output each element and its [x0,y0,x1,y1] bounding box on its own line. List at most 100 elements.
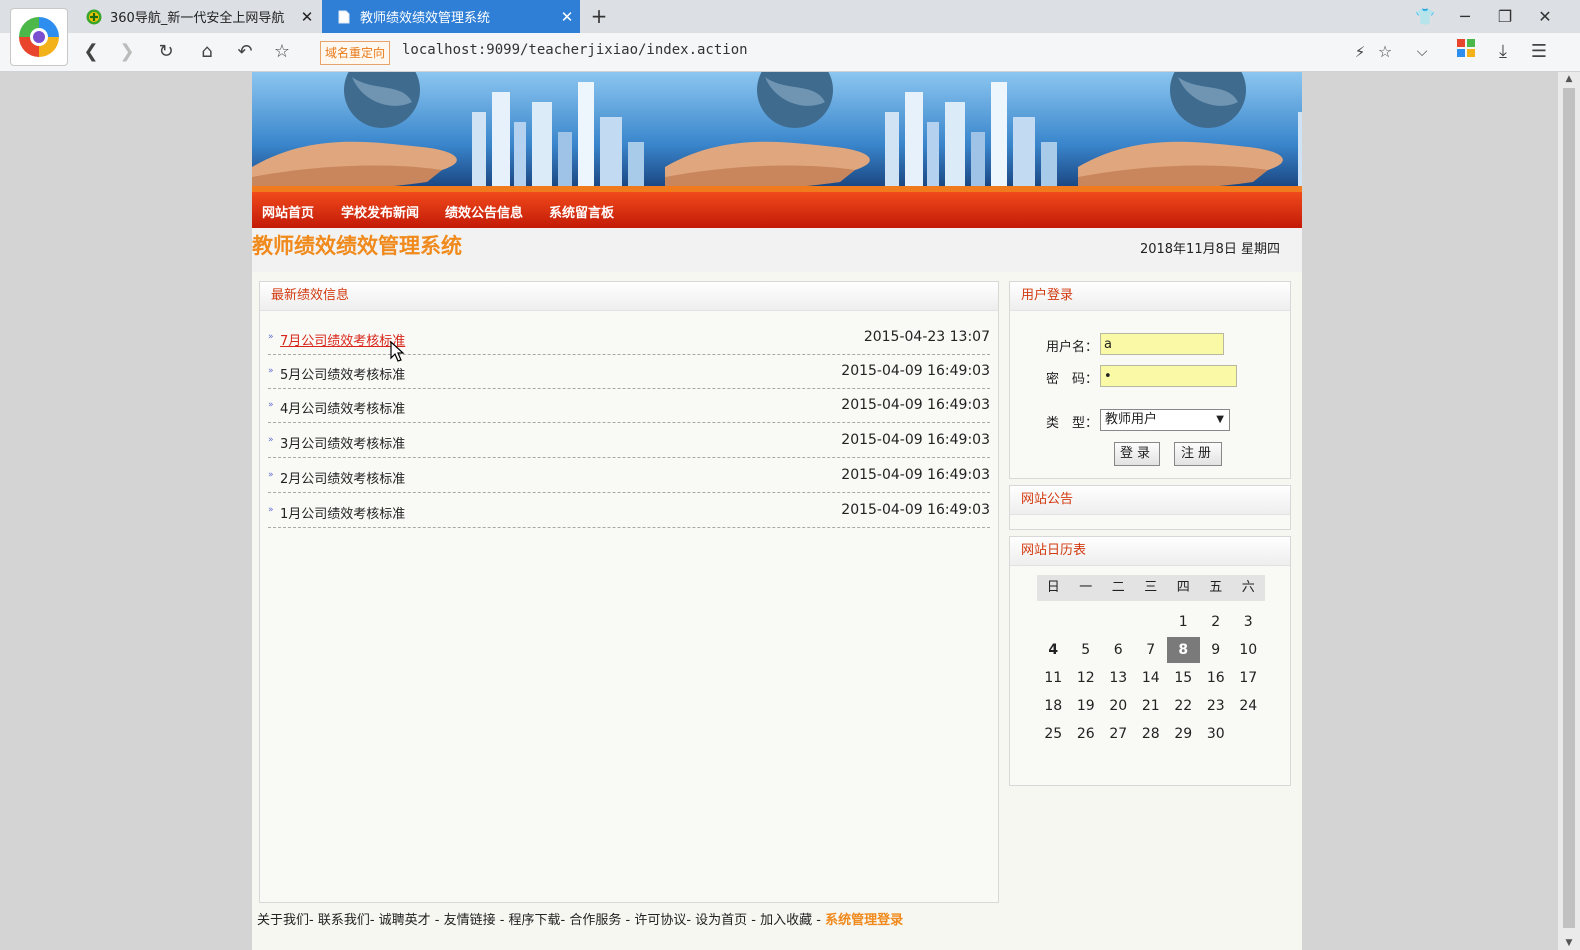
nav-message-board[interactable]: 系统留言板 [549,202,614,221]
star-icon[interactable]: ☆ [269,39,295,65]
news-title-link[interactable]: 5月公司绩效考核标准 [280,364,405,383]
calendar-day[interactable]: 22 [1167,693,1200,719]
calendar-day[interactable]: 28 [1135,721,1168,747]
news-title-link[interactable]: 3月公司绩效考核标准 [280,433,405,452]
calendar-day[interactable]: 3 [1232,609,1265,635]
tab-teacher-system[interactable]: 教师绩效绩效管理系统 ✕ [322,0,580,33]
calendar-day[interactable]: 25 [1037,721,1070,747]
close-icon[interactable]: ✕ [554,8,580,26]
weekday-header: 六 [1232,575,1265,601]
double-arrow-icon: » [268,505,274,515]
home-icon[interactable]: ⌂ [194,39,220,65]
calendar-day[interactable]: 20 [1102,693,1135,719]
bookmark-star-icon[interactable]: ☆ [1372,39,1398,65]
browser-logo[interactable] [10,8,68,66]
calendar-grid: 日一二三四五六 1 2 3 4 5 6 7 8 9 10 11 12 13 14 15 16 17 18 19 20 2… [1037,575,1265,747]
latest-performance-panel: 最新绩效信息 » 7月公司绩效考核标准 2015-04-23 13:07 » 5… [259,281,999,903]
news-title-link[interactable]: 1月公司绩效考核标准 [280,503,405,522]
register-button[interactable]: 注册 [1174,442,1222,466]
apps-icon[interactable] [1453,39,1479,65]
calendar-day[interactable]: 30 [1200,721,1233,747]
password-input[interactable]: • [1100,365,1237,387]
footer: 关于我们- 联系我们- 诚聘英才 - 友情链接 - 程序下载- 合作服务 - 许… [257,909,903,928]
back-icon[interactable]: ❮ [78,39,104,65]
minimize-button[interactable]: ─ [1445,0,1485,33]
double-arrow-icon: » [268,332,274,342]
news-item[interactable]: » 7月公司绩效考核标准 2015-04-23 13:07 [268,320,990,355]
tab-label: 360导航_新一代安全上网导航 [110,11,285,26]
site-title: 教师绩效绩效管理系统 [252,234,462,258]
close-icon[interactable]: ✕ [294,8,320,26]
calendar-day[interactable]: 10 [1232,637,1265,663]
panel-heading: 网站日历表 [1010,537,1290,566]
calendar-day[interactable]: 18 [1037,693,1070,719]
username-input[interactable]: a [1100,333,1224,355]
redirect-badge[interactable]: 域名重定向 [320,41,391,65]
download-icon[interactable]: ⤓ [1490,39,1516,65]
calendar-day[interactable]: 1 [1167,609,1200,635]
calendar-day[interactable]: 6 [1102,637,1135,663]
footer-links[interactable]: 关于我们- 联系我们- 诚聘英才 - 友情链接 - 程序下载- 合作服务 - 许… [257,913,821,928]
menu-icon[interactable]: ☰ [1526,39,1552,65]
calendar-day[interactable]: 19 [1070,693,1103,719]
calendar-day[interactable]: 8 [1167,637,1200,663]
calendar-weekdays: 日一二三四五六 [1037,575,1265,601]
news-title-link[interactable]: 2月公司绩效考核标准 [280,468,405,487]
restore-button[interactable]: ❐ [1485,0,1525,33]
undo-icon[interactable]: ↶ [232,39,258,65]
calendar-day[interactable]: 23 [1200,693,1233,719]
calendar-day[interactable]: 29 [1167,721,1200,747]
calendar-day[interactable]: 9 [1200,637,1233,663]
news-item[interactable]: » 2月公司绩效考核标准 2015-04-09 16:49:03 [268,458,990,493]
admin-login-link[interactable]: 系统管理登录 [825,913,903,928]
nav-performance-notices[interactable]: 绩效公告信息 [445,202,523,221]
news-item[interactable]: » 5月公司绩效考核标准 2015-04-09 16:49:03 [268,354,990,389]
calendar-day[interactable]: 14 [1135,665,1168,691]
news-title-link[interactable]: 7月公司绩效考核标准 [280,330,405,349]
weekday-header: 三 [1134,575,1167,601]
user-type-value: 教师用户 [1105,412,1158,427]
news-item[interactable]: » 4月公司绩效考核标准 2015-04-09 16:49:03 [268,388,990,423]
nav-home[interactable]: 网站首页 [262,202,314,221]
tab-bar: 360导航_新一代安全上网导航 ✕ 教师绩效绩效管理系统 ✕ + 👕 ─ ❐ ✕ [0,0,1580,33]
calendar-day[interactable]: 24 [1232,693,1265,719]
calendar-day[interactable]: 4 [1037,637,1070,663]
forward-icon[interactable]: ❯ [114,39,140,65]
skin-icon[interactable]: 👕 [1405,0,1445,33]
news-item[interactable]: » 1月公司绩效考核标准 2015-04-09 16:49:03 [268,493,990,528]
banner-image [252,72,1302,192]
lightning-icon[interactable]: ⚡ [1347,39,1373,65]
scroll-down-icon[interactable]: ▼ [1558,936,1580,950]
chevron-down-icon[interactable]: ⌵ [1409,39,1435,65]
news-item[interactable]: » 3月公司绩效考核标准 2015-04-09 16:49:03 [268,423,990,458]
calendar-day[interactable]: 2 [1200,609,1233,635]
nav-school-news[interactable]: 学校发布新闻 [341,202,419,221]
user-type-select[interactable]: 教师用户 ▼ [1100,409,1230,431]
calendar-day[interactable]: 13 [1102,665,1135,691]
scroll-up-icon[interactable]: ▲ [1558,72,1580,86]
calendar-day[interactable]: 26 [1070,721,1103,747]
new-tab-button[interactable]: + [586,3,612,29]
calendar-day[interactable]: 16 [1200,665,1233,691]
calendar-day[interactable]: 11 [1037,665,1070,691]
double-arrow-icon: » [268,435,274,445]
news-title-link[interactable]: 4月公司绩效考核标准 [280,398,405,417]
calendar-week-row: 11 12 13 14 15 16 17 [1037,665,1265,691]
calendar-day[interactable]: 5 [1070,637,1103,663]
calendar-day[interactable]: 17 [1232,665,1265,691]
weekday-header: 二 [1102,575,1135,601]
calendar-week-row: 4 5 6 7 8 9 10 [1037,637,1265,663]
calendar-day[interactable]: 15 [1167,665,1200,691]
reload-icon[interactable]: ↻ [153,39,179,65]
vertical-scrollbar[interactable]: ▲ ▼ [1558,72,1580,950]
calendar-day[interactable]: 21 [1135,693,1168,719]
calendar-day[interactable]: 12 [1070,665,1103,691]
calendar-day[interactable]: 7 [1135,637,1168,663]
tab-360-navigation[interactable]: 360导航_新一代安全上网导航 ✕ [72,0,320,33]
login-button[interactable]: 登录 [1114,442,1160,466]
scrollbar-thumb[interactable] [1563,88,1575,928]
calendar-day[interactable]: 27 [1102,721,1135,747]
double-arrow-icon: » [268,366,274,376]
address-bar[interactable]: localhost:9099/teacherjixiao/index.actio… [402,42,748,58]
close-window-button[interactable]: ✕ [1525,0,1565,33]
